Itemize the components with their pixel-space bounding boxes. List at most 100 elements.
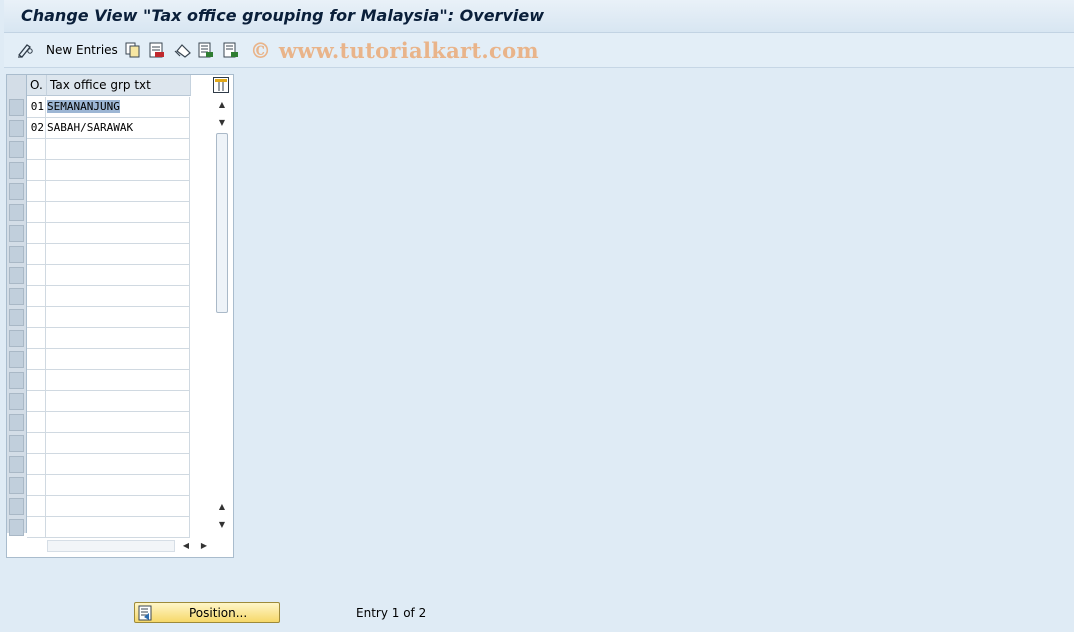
cell-code[interactable] bbox=[27, 517, 46, 537]
cell-code[interactable] bbox=[27, 349, 46, 369]
cell-text[interactable] bbox=[47, 412, 190, 432]
row-selector[interactable] bbox=[9, 204, 24, 221]
cell-code[interactable] bbox=[27, 328, 46, 348]
cell-code[interactable] bbox=[27, 307, 46, 327]
table-control: O. Tax office grp txt 01 SEMANANJUNG 02 SAB… bbox=[6, 74, 234, 558]
cell-code[interactable] bbox=[27, 160, 46, 180]
row-selector[interactable] bbox=[9, 456, 24, 473]
horizontal-scrollbar[interactable]: ◀ ▶ bbox=[47, 538, 217, 554]
column-header-text[interactable]: Tax office grp txt bbox=[47, 75, 191, 96]
row-selector[interactable] bbox=[9, 267, 24, 284]
cell-code[interactable] bbox=[27, 223, 46, 243]
row-selector[interactable] bbox=[9, 141, 24, 158]
row-selector[interactable] bbox=[9, 309, 24, 326]
row-selector[interactable] bbox=[9, 351, 24, 368]
table-row bbox=[27, 160, 190, 181]
cell-text[interactable] bbox=[47, 244, 190, 264]
cell-code[interactable] bbox=[27, 181, 46, 201]
row-selector[interactable] bbox=[9, 288, 24, 305]
cell-text[interactable] bbox=[47, 370, 190, 390]
cell-text[interactable] bbox=[47, 139, 190, 159]
table-row bbox=[27, 433, 190, 454]
cell-code[interactable] bbox=[27, 370, 46, 390]
cell-code[interactable] bbox=[27, 265, 46, 285]
select-all-icon[interactable] bbox=[198, 41, 214, 59]
column-header-code[interactable]: O. bbox=[27, 75, 47, 96]
row-selector[interactable] bbox=[9, 246, 24, 263]
position-button-label: Position... bbox=[189, 606, 248, 620]
new-entries-button[interactable]: New Entries bbox=[46, 41, 118, 59]
row-selector[interactable] bbox=[9, 330, 24, 347]
row-selector[interactable] bbox=[9, 162, 24, 179]
position-button[interactable]: Position... bbox=[134, 602, 280, 623]
cell-code[interactable]: 02 bbox=[27, 118, 46, 138]
scroll-left-icon[interactable]: ◀ bbox=[179, 538, 193, 554]
cell-text[interactable] bbox=[47, 349, 190, 369]
application-toolbar: New Entries © www.tutorialkart.com bbox=[4, 33, 1074, 68]
cell-text[interactable] bbox=[47, 475, 190, 495]
position-icon bbox=[138, 605, 154, 624]
vertical-scrollbar[interactable]: ▲ ▼ ▲ ▼ bbox=[214, 97, 230, 533]
scroll-right-icon[interactable]: ▶ bbox=[197, 538, 211, 554]
cell-code[interactable] bbox=[27, 496, 46, 516]
row-selector[interactable] bbox=[9, 225, 24, 242]
row-selector[interactable] bbox=[9, 393, 24, 410]
table-row bbox=[27, 412, 190, 433]
cell-text[interactable] bbox=[47, 160, 190, 180]
row-selector[interactable] bbox=[9, 372, 24, 389]
cell-text[interactable] bbox=[47, 202, 190, 222]
cell-text[interactable] bbox=[47, 496, 190, 516]
row-selector[interactable] bbox=[9, 120, 24, 137]
row-selector[interactable] bbox=[9, 414, 24, 431]
cell-text[interactable] bbox=[47, 223, 190, 243]
cell-text[interactable] bbox=[47, 433, 190, 453]
cell-text[interactable] bbox=[47, 307, 190, 327]
row-selector[interactable] bbox=[9, 183, 24, 200]
cell-code[interactable] bbox=[27, 139, 46, 159]
cell-code[interactable] bbox=[27, 412, 46, 432]
cell-text-value: SEMANANJUNG bbox=[47, 100, 120, 113]
delete-icon[interactable] bbox=[149, 41, 165, 59]
cell-code[interactable] bbox=[27, 244, 46, 264]
row-selector[interactable] bbox=[9, 477, 24, 494]
row-selector[interactable] bbox=[9, 99, 24, 116]
table-row bbox=[27, 223, 190, 244]
cell-text[interactable] bbox=[47, 286, 190, 306]
cell-text[interactable] bbox=[47, 391, 190, 411]
table-row bbox=[27, 139, 190, 160]
table-row bbox=[27, 244, 190, 265]
cell-text[interactable] bbox=[47, 517, 190, 537]
cell-text[interactable]: SABAH/SARAWAK bbox=[47, 118, 190, 138]
deselect-icon[interactable] bbox=[223, 41, 239, 59]
cell-text[interactable] bbox=[47, 454, 190, 474]
cell-code[interactable] bbox=[27, 391, 46, 411]
horizontal-scroll-track[interactable] bbox=[47, 540, 175, 552]
cell-code[interactable] bbox=[27, 475, 46, 495]
cell-text[interactable] bbox=[47, 328, 190, 348]
cell-code[interactable] bbox=[27, 454, 46, 474]
cell-code[interactable] bbox=[27, 433, 46, 453]
table-row bbox=[27, 265, 190, 286]
cell-text[interactable] bbox=[47, 265, 190, 285]
scroll-thumb[interactable] bbox=[216, 133, 228, 313]
cell-text[interactable] bbox=[47, 181, 190, 201]
copy-icon[interactable] bbox=[125, 41, 141, 59]
row-selector[interactable] bbox=[9, 435, 24, 452]
undo-icon[interactable] bbox=[174, 41, 192, 59]
row-selector[interactable] bbox=[9, 519, 24, 536]
title-bar: Change View "Tax office grouping for Mal… bbox=[4, 0, 1074, 33]
cell-code[interactable] bbox=[27, 202, 46, 222]
scroll-up-icon[interactable]: ▲ bbox=[214, 97, 230, 113]
pencil-glasses-icon[interactable] bbox=[17, 41, 35, 59]
page-up-icon[interactable]: ▼ bbox=[214, 115, 230, 131]
page-down-icon[interactable]: ▲ bbox=[214, 499, 230, 515]
row-selector[interactable] bbox=[9, 498, 24, 515]
new-entries-label: New Entries bbox=[46, 43, 118, 57]
table-row bbox=[27, 454, 190, 475]
table-row bbox=[27, 370, 190, 391]
cell-code[interactable]: 01 bbox=[27, 97, 46, 117]
cell-code[interactable] bbox=[27, 286, 46, 306]
table-settings-icon[interactable] bbox=[213, 77, 229, 93]
cell-text[interactable]: SEMANANJUNG bbox=[47, 97, 190, 117]
scroll-down-icon[interactable]: ▼ bbox=[214, 517, 230, 533]
